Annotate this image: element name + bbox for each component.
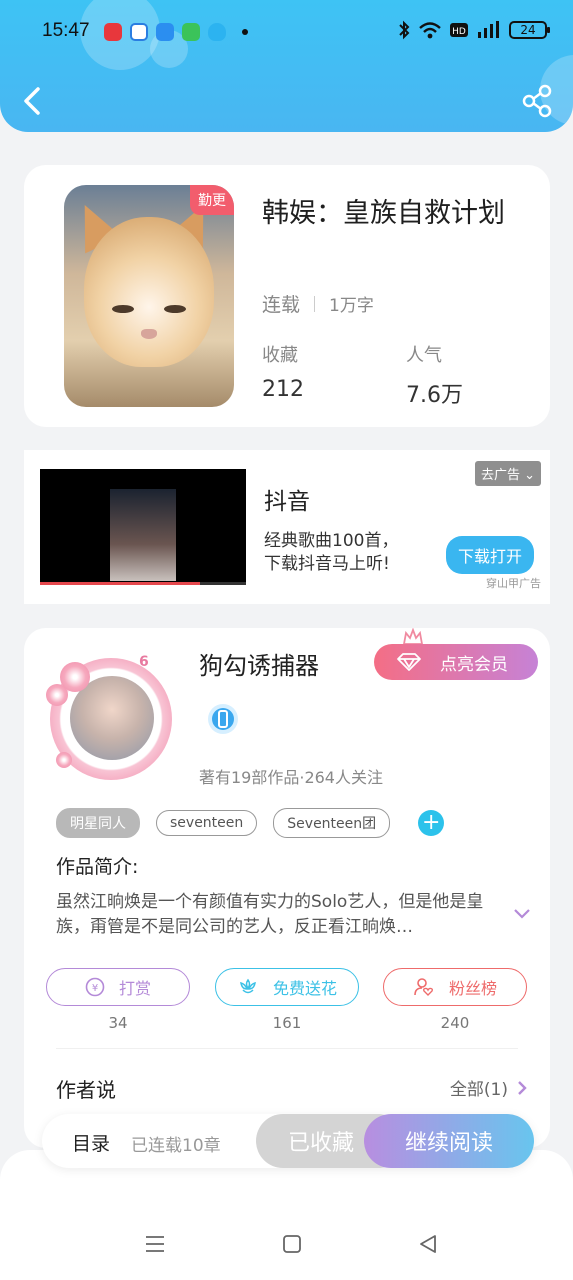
share-button[interactable] xyxy=(521,84,553,118)
remove-ad-label: 去广告 xyxy=(480,468,520,483)
view-all-button[interactable]: 全部(1) xyxy=(450,1075,528,1100)
svg-text:HD: HD xyxy=(452,27,466,37)
system-navigation-bar xyxy=(0,1225,573,1265)
fan-ranking-label: 粉丝榜 xyxy=(448,979,497,998)
ad-video-thumbnail[interactable] xyxy=(40,469,246,585)
back-button[interactable] xyxy=(18,84,48,118)
reading-action-bar: 目录 已连载10章 已收藏 继续阅读 xyxy=(42,1114,534,1168)
chat-app-icon xyxy=(156,23,174,41)
update-badge: 勤更 xyxy=(190,185,234,215)
remove-ad-button[interactable]: 去广告 ⌄ xyxy=(474,461,541,486)
fan-ranking-button[interactable]: 粉丝榜 xyxy=(383,968,527,1006)
cat-eye xyxy=(112,305,134,313)
popularity-label: 人气 xyxy=(406,345,442,366)
cat-nose xyxy=(141,329,157,339)
ad-brand: 抖音 xyxy=(264,489,310,515)
author-card: 6 狗勾诱捕器 点亮会员 著有19部作品·264人关注 明星同人 sevente… xyxy=(24,628,550,1148)
status-app-icons xyxy=(104,23,248,41)
word-count: 1万字 xyxy=(329,296,374,316)
flower-icon xyxy=(240,978,256,994)
ad-download-button[interactable]: 下载打开 xyxy=(445,536,534,574)
tag-list: 明星同人 seventeen Seventeen团 + xyxy=(56,808,445,838)
favorites-label: 收藏 xyxy=(262,345,298,366)
signal-icon xyxy=(478,21,499,38)
tag-item[interactable]: seventeen xyxy=(156,810,258,836)
popularity-value: 7.6万 xyxy=(406,383,463,408)
book-cover-image[interactable]: 勤更 xyxy=(64,185,234,407)
status-indicators: HD 24 xyxy=(397,20,550,40)
message-app-icon xyxy=(182,23,200,41)
fan-user-icon xyxy=(414,978,434,996)
send-flower-button[interactable]: 免费送花 xyxy=(215,968,359,1006)
vip-button[interactable]: 点亮会员 xyxy=(374,644,538,680)
fan-count: 240 xyxy=(440,1014,470,1032)
ad-desc-line: 经典歌曲100首， xyxy=(264,531,399,551)
diamond-icon xyxy=(397,653,421,671)
ad-desc-line: 下载抖音马上听! xyxy=(264,554,390,574)
chevron-right-icon xyxy=(518,1080,527,1095)
flower-decoration xyxy=(56,752,72,768)
reward-label: 打赏 xyxy=(118,979,151,998)
favorites-value: 212 xyxy=(262,377,304,402)
book-title: 韩娱：皇族自救计划 xyxy=(262,198,505,229)
add-tag-button[interactable]: + xyxy=(418,810,445,836)
intro-heading: 作品简介: xyxy=(56,856,139,878)
reward-button[interactable]: ¥ 打赏 xyxy=(46,968,190,1006)
qq-app-icon xyxy=(208,23,226,41)
expand-chevron-icon[interactable] xyxy=(512,906,532,920)
level-badge: 6 xyxy=(139,654,149,670)
intro-text: 虽然江晌焕是一个有颜值有实力的Solo艺人，但是他是皇族，甭管是不是同公司的艺人… xyxy=(56,892,484,937)
video-progress-fill xyxy=(40,582,200,585)
svg-text:¥: ¥ xyxy=(92,983,98,994)
works-info: 著有19部作品·264人关注 xyxy=(199,768,383,787)
app-icon xyxy=(130,23,148,41)
tag-item[interactable]: Seventeen团 xyxy=(273,808,391,838)
book-meta: 连载 1万字 xyxy=(262,290,374,317)
yen-coin-icon: ¥ xyxy=(85,977,105,997)
ad-scene xyxy=(110,489,176,581)
author-medal-icon[interactable] xyxy=(207,703,239,737)
toc-button[interactable]: 目录 xyxy=(72,1129,110,1156)
divider xyxy=(56,1048,518,1049)
serial-status: 已连载10章 xyxy=(131,1136,221,1156)
wifi-icon xyxy=(419,22,441,39)
tag-item[interactable]: 明星同人 xyxy=(56,808,140,838)
flower-count: 161 xyxy=(272,1014,302,1032)
battery-icon: 24 xyxy=(509,21,550,39)
vip-label: 点亮会员 xyxy=(440,654,508,675)
ad-description: 经典歌曲100首， 下载抖音马上听! xyxy=(264,530,434,576)
view-all-label: 全部(1) xyxy=(449,1080,508,1100)
menu-icon[interactable] xyxy=(144,1233,166,1255)
cat-eye xyxy=(164,305,186,313)
author-name[interactable]: 狗勾诱捕器 xyxy=(199,646,319,681)
back-nav-icon[interactable] xyxy=(417,1233,439,1255)
popularity-stat: 人气 7.6万 xyxy=(406,341,463,409)
continue-reading-button[interactable]: 继续阅读 xyxy=(364,1114,534,1168)
header: 15:47 HD 24 xyxy=(0,0,573,132)
hd-icon: HD xyxy=(450,23,468,37)
more-dot-icon xyxy=(242,29,248,35)
author-says-heading: 作者说 xyxy=(56,1078,116,1102)
meta-divider xyxy=(314,295,316,312)
bluetooth-icon xyxy=(399,20,410,40)
book-info-card: 勤更 韩娱：皇族自救计划 连载 1万字 收藏 212 人气 7.6万 xyxy=(24,165,550,427)
cat-face xyxy=(84,217,214,367)
send-flower-label: 免费送花 xyxy=(272,979,337,998)
author-avatar[interactable]: 6 xyxy=(36,652,182,786)
news-app-icon xyxy=(104,23,122,41)
ad-banner[interactable]: 抖音 经典歌曲100首， 下载抖音马上听! 去广告 ⌄ 下载打开 穿山甲广告 xyxy=(24,450,550,604)
favorites-stat: 收藏 212 xyxy=(262,341,304,402)
ad-source-label: 穿山甲广告 xyxy=(486,577,541,590)
flower-decoration xyxy=(60,662,90,692)
chevron-down-icon: ⌄ xyxy=(524,468,535,483)
book-status: 连载 xyxy=(262,294,301,316)
home-icon[interactable] xyxy=(281,1233,303,1255)
status-time: 15:47 xyxy=(42,20,90,41)
reward-count: 34 xyxy=(108,1014,128,1032)
